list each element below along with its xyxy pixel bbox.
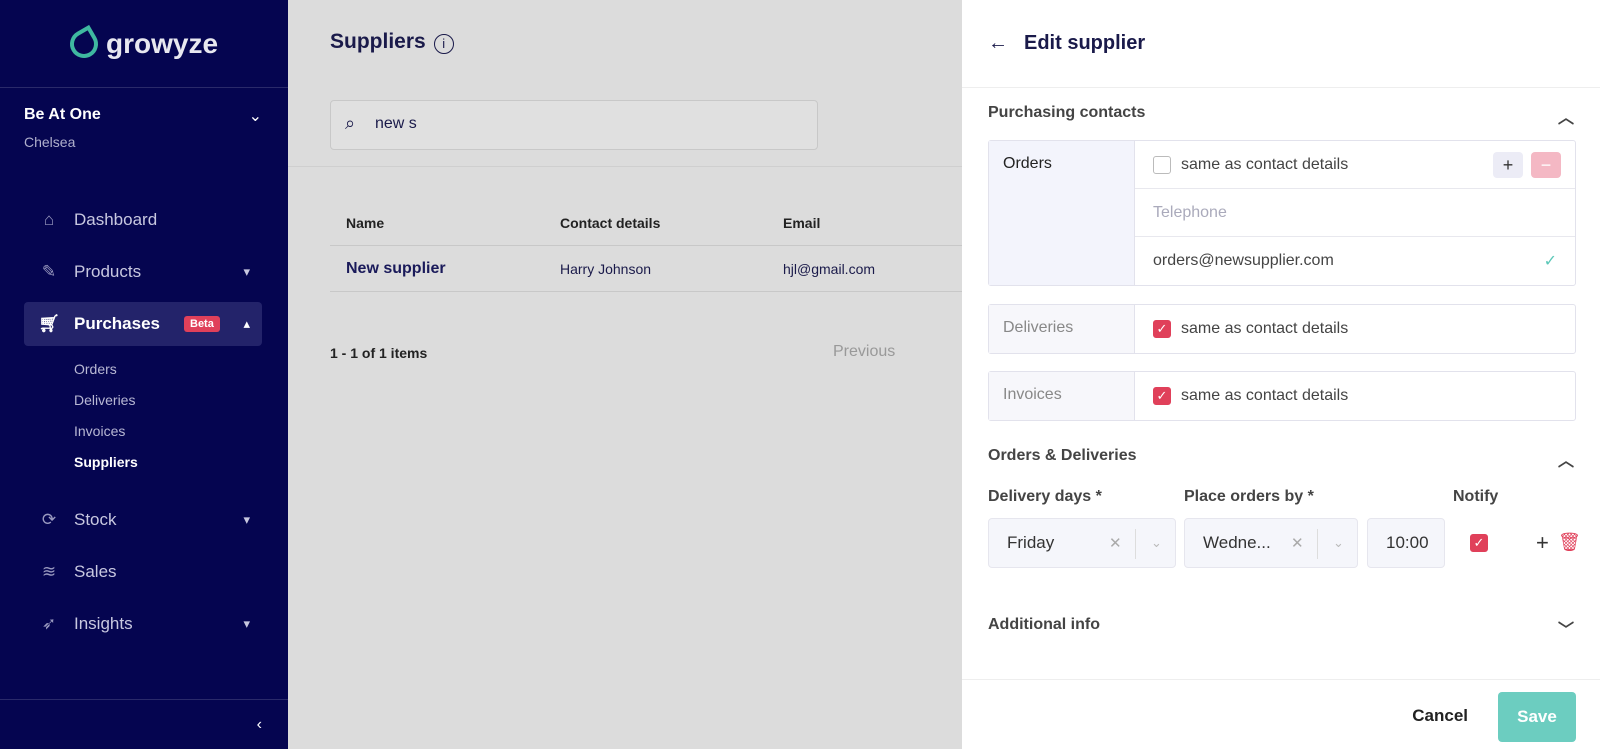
- beta-badge: Beta: [184, 316, 220, 332]
- delivery-days-select[interactable]: Friday ✕ ⌄: [988, 518, 1176, 568]
- venue-location: Chelsea: [24, 134, 76, 150]
- sidebar-subitem-suppliers[interactable]: Suppliers: [74, 447, 288, 478]
- check-icon: ✓: [1543, 253, 1557, 270]
- bottle-icon: ✎: [41, 262, 57, 281]
- chevron-down-icon: ⌄: [1333, 535, 1344, 550]
- invoices-contact-box: Invoices ✓ same as contact details: [988, 371, 1576, 421]
- logo: growyze: [0, 0, 288, 88]
- chevron-up-icon: ▴: [243, 316, 250, 331]
- chevron-left-icon: ‹: [256, 716, 262, 733]
- chevron-down-icon: ▾: [243, 512, 250, 527]
- sidebar-item-purchases[interactable]: 🛒︎ Purchases Beta ▴: [24, 302, 262, 346]
- edit-supplier-panel: ← Edit supplier Purchasing contacts ︿ Orde…: [962, 0, 1600, 749]
- chevron-up-icon: ︿: [1557, 110, 1574, 127]
- cart-icon: 🛒︎: [38, 314, 60, 333]
- info-icon[interactable]: i: [433, 34, 454, 54]
- sidebar-item-sales[interactable]: ≋ Sales: [24, 550, 262, 594]
- supplier-name-link[interactable]: New supplier: [330, 260, 544, 278]
- sidebar: growyze Be At One Chelsea ⌄ ⌂ Dashboard ✎…: [0, 0, 288, 749]
- time-input[interactable]: 10:00: [1367, 518, 1445, 568]
- sidebar-subitem-invoices[interactable]: Invoices: [74, 416, 288, 447]
- chevron-down-icon: ▾: [243, 616, 250, 631]
- deliveries-same-checkbox[interactable]: ✓: [1153, 320, 1171, 338]
- page-title: Suppliers i: [330, 30, 454, 54]
- venue-selector[interactable]: Be At One Chelsea ⌄: [0, 88, 288, 168]
- invoices-same-checkbox[interactable]: ✓: [1153, 387, 1171, 405]
- add-delivery-row-icon[interactable]: +: [1536, 530, 1549, 556]
- orders-contact-box: Orders same as contact details + − Telep…: [988, 140, 1576, 286]
- suppliers-page: Suppliers i ⌕ new s Name Contact details Ema…: [288, 0, 970, 749]
- place-orders-day-select[interactable]: Wedne... ✕ ⌄: [1184, 518, 1358, 568]
- chevron-down-icon: ﹀: [1557, 622, 1574, 639]
- table-header: Name Contact details Email: [330, 200, 970, 246]
- refresh-icon: ⟳: [41, 510, 57, 529]
- telephone-input[interactable]: Telephone: [1135, 189, 1575, 237]
- chevron-down-icon: ⌄: [248, 108, 262, 125]
- additional-info-header[interactable]: Additional info ﹀: [988, 616, 1574, 640]
- sidebar-item-products[interactable]: ✎ Products ▾: [24, 250, 262, 294]
- clear-icon[interactable]: ✕: [1109, 534, 1122, 552]
- save-button[interactable]: Save: [1498, 692, 1576, 742]
- add-contact-button[interactable]: +: [1493, 152, 1523, 178]
- search-input[interactable]: ⌕ new s: [330, 100, 818, 150]
- orders-deliveries-header[interactable]: Orders & Deliveries ︿: [988, 447, 1574, 471]
- pagination-count: 1 - 1 of 1 items: [330, 345, 428, 361]
- leaf-logo-icon: [64, 24, 104, 63]
- back-arrow-icon[interactable]: ←: [988, 32, 1008, 55]
- previous-page-button[interactable]: Previous: [833, 343, 895, 361]
- trash-icon[interactable]: 🗑︎: [1558, 532, 1581, 553]
- collapse-sidebar-button[interactable]: ‹: [0, 699, 288, 749]
- sidebar-subitem-orders[interactable]: Orders: [74, 354, 288, 385]
- chevron-down-icon: ⌄: [1151, 535, 1162, 550]
- chevron-up-icon: ︿: [1557, 453, 1574, 470]
- search-icon: ⌕: [345, 113, 356, 133]
- remove-contact-button[interactable]: −: [1531, 152, 1561, 178]
- coins-icon: ≋: [41, 562, 57, 581]
- suppliers-table: Name Contact details Email New supplier Har…: [330, 200, 970, 292]
- venue-name: Be At One: [24, 106, 101, 123]
- sidebar-subitem-deliveries[interactable]: Deliveries: [74, 385, 288, 416]
- rocket-icon: ➶: [41, 614, 57, 633]
- deliveries-contact-box: Deliveries ✓ same as contact details: [988, 304, 1576, 354]
- clear-icon[interactable]: ✕: [1291, 534, 1304, 552]
- cancel-button[interactable]: Cancel: [1412, 706, 1468, 726]
- sidebar-item-stock[interactable]: ⟳ Stock ▾: [24, 498, 262, 542]
- panel-title: Edit supplier: [1024, 32, 1146, 54]
- purchasing-contacts-header[interactable]: Purchasing contacts ︿: [988, 104, 1574, 128]
- home-icon: ⌂: [43, 210, 55, 229]
- notify-checkbox[interactable]: ✓: [1470, 534, 1488, 552]
- email-input[interactable]: orders@newsupplier.com ✓: [1135, 237, 1575, 285]
- table-row[interactable]: New supplier Harry Johnson hjl@gmail.com: [330, 246, 970, 292]
- sidebar-item-dashboard[interactable]: ⌂ Dashboard: [24, 198, 262, 242]
- sidebar-item-insights[interactable]: ➶ Insights ▾: [24, 602, 262, 646]
- chevron-down-icon: ▾: [243, 264, 250, 279]
- orders-same-checkbox[interactable]: [1153, 155, 1171, 174]
